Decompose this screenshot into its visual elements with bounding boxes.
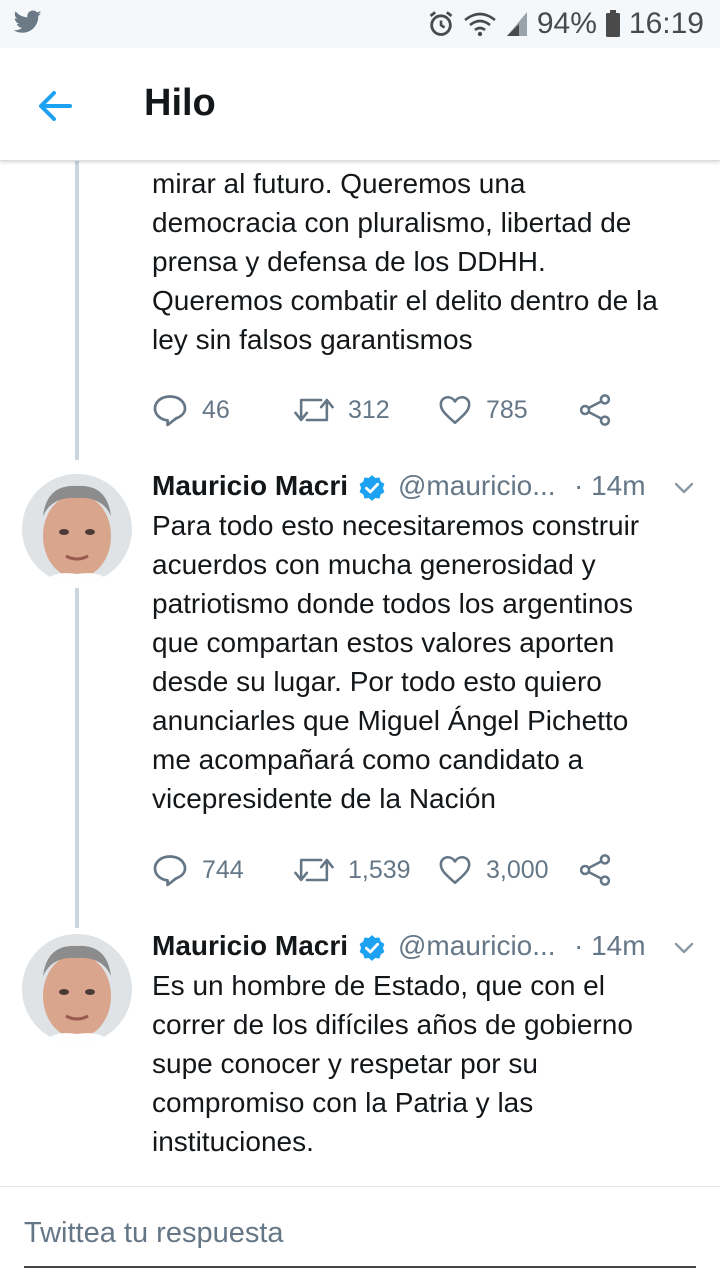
heart-icon [439,395,471,425]
share-button[interactable] [578,850,612,890]
thread-connector [75,588,79,928]
twitter-bird-icon [14,10,42,34]
tweet-time: · 14m [574,470,646,501]
battery-percent: 94% [536,7,597,40]
wifi-icon [463,11,497,37]
tweet-actions: 744 1,539 3,000 [152,850,712,890]
share-icon [579,854,611,886]
signal-icon [505,10,529,38]
reply-input[interactable]: Twittea tu respuesta [24,1217,284,1250]
page-title: Hilo [144,82,216,124]
author-name[interactable]: Mauricio Macri [152,930,348,962]
like-count: 785 [486,395,528,424]
tweet-header: Mauricio Macri @mauricio... · 14m [152,930,702,970]
chevron-down-icon[interactable] [672,936,696,960]
tweet-time: · 14m [574,930,646,961]
like-button[interactable]: 785 [438,390,528,430]
avatar[interactable] [22,934,132,1044]
tweet-text: mirar al futuro. Queremos una democracia… [152,168,658,355]
retweet-count: 1,539 [348,855,411,884]
heart-icon [439,855,471,885]
verified-badge-icon [359,475,385,501]
share-icon [579,394,611,426]
reply-button[interactable]: 46 [152,390,230,430]
retweet-icon [294,398,334,422]
profile-photo [22,474,132,584]
status-bar: 94% 16:19 [0,0,720,48]
reply-icon [153,395,187,427]
retweet-button[interactable]: 1,539 [294,850,411,890]
like-count: 3,000 [486,855,549,884]
tweet-text: Para todo esto necesitaremos construir a… [152,510,640,814]
clock: 16:19 [628,7,704,40]
author-handle[interactable]: @mauricio... [398,930,556,962]
alarm-icon [427,10,455,38]
reply-icon [153,855,187,887]
retweet-count: 312 [348,395,390,424]
like-button[interactable]: 3,000 [438,850,549,890]
thread-connector [75,160,79,460]
avatar[interactable] [22,474,132,584]
tweet-text: Es un hombre de Estado, que con el corre… [152,970,633,1157]
reply-button[interactable]: 744 [152,850,244,890]
reply-count: 46 [202,395,230,424]
arrow-left-icon [39,91,72,121]
battery-icon [605,10,621,38]
app-header: Hilo [0,48,720,161]
chevron-down-icon[interactable] [672,476,696,500]
tweet-actions: 46 312 785 [152,390,712,430]
retweet-icon [294,858,334,882]
verified-badge-icon [359,935,385,961]
back-button[interactable] [34,84,78,128]
author-name[interactable]: Mauricio Macri [152,470,348,502]
reply-input-underline [24,1266,696,1268]
author-handle[interactable]: @mauricio... [398,470,556,502]
retweet-button[interactable]: 312 [294,390,390,430]
reply-count: 744 [202,855,244,884]
tweet-header: Mauricio Macri @mauricio... · 14m [152,470,702,510]
profile-photo [22,934,132,1044]
share-button[interactable] [578,390,612,430]
